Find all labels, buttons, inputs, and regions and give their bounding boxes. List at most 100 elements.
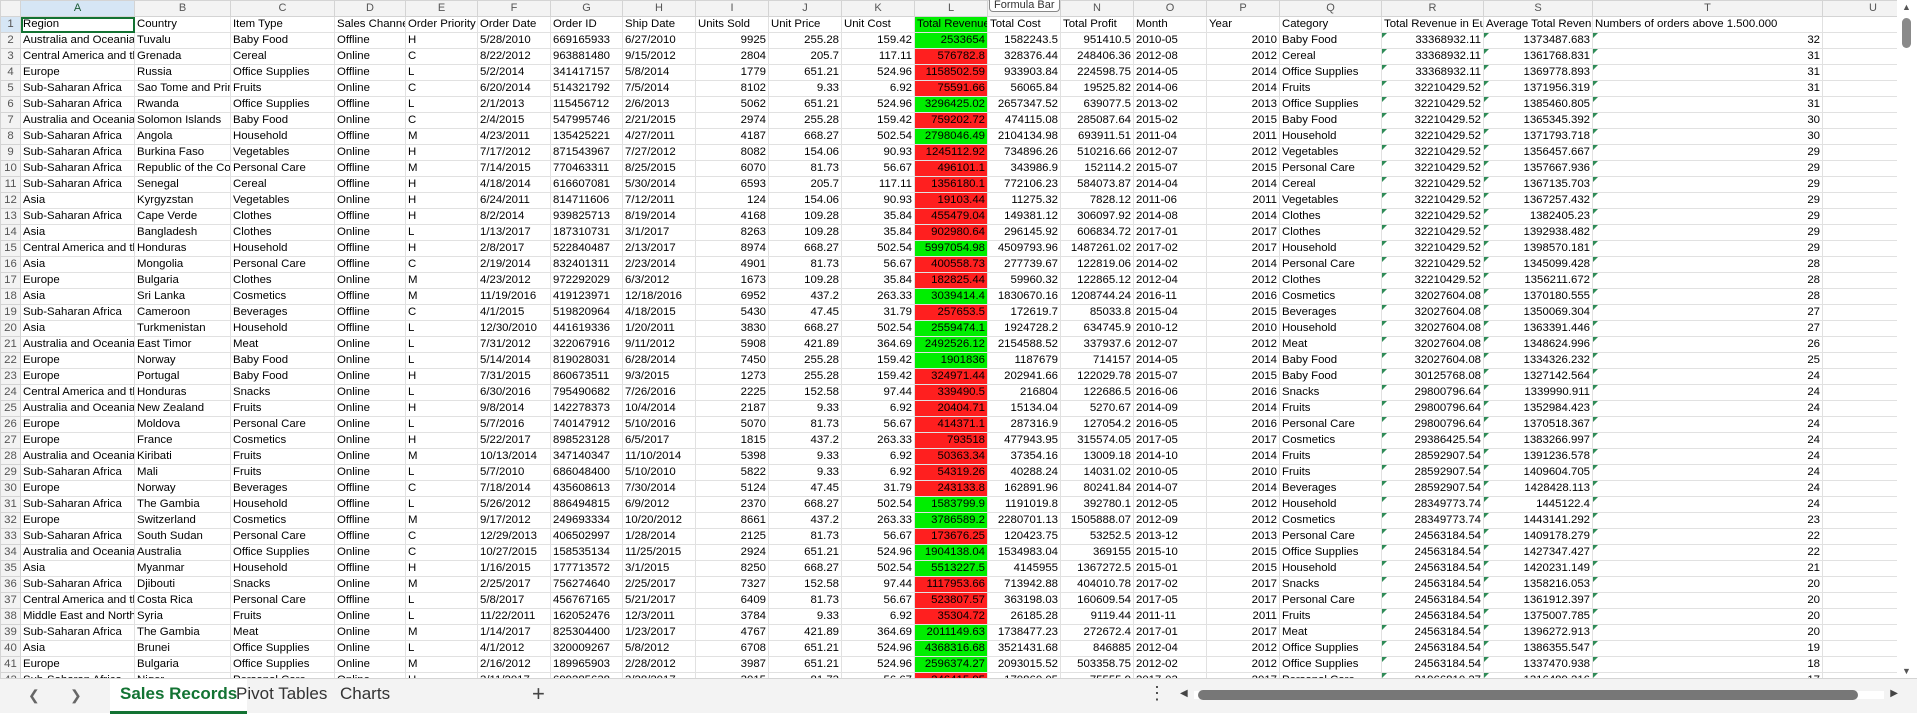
grid-cell[interactable]: 6.92	[842, 81, 915, 97]
column-header-i[interactable]: I	[696, 1, 769, 17]
grid-cell[interactable]: Household	[1280, 321, 1382, 337]
grid-cell[interactable]: East Timor	[135, 337, 231, 353]
grid-cell[interactable]: 23	[1593, 513, 1823, 529]
grid-cell[interactable]: 435608613	[551, 481, 623, 497]
grid-cell[interactable]: 182825.44	[915, 273, 988, 289]
grid-cell[interactable]: 28	[1593, 273, 1823, 289]
grid-cell[interactable]: 1356457.667	[1484, 145, 1593, 161]
grid-cell[interactable]: 7/14/2015	[478, 161, 551, 177]
grid-cell[interactable]: Meat	[231, 337, 335, 353]
grid-cell[interactable]: 5/14/2014	[478, 353, 551, 369]
grid-cell[interactable]: 4901	[696, 257, 769, 273]
grid-cell[interactable]: L	[406, 593, 478, 609]
grid-cell[interactable]: 1/20/2011	[623, 321, 696, 337]
grid-cell[interactable]: 2010	[1207, 321, 1280, 337]
grid-cell[interactable]: 404010.78	[1061, 577, 1134, 593]
grid-cell[interactable]: 819028031	[551, 353, 623, 369]
grid-cell[interactable]: 33368932.11	[1382, 33, 1484, 49]
grid-cell[interactable]: 2015	[1207, 113, 1280, 129]
grid-cell[interactable]: 524.96	[842, 657, 915, 673]
grid-cell[interactable]: 32210429.52	[1382, 129, 1484, 145]
grid-cell[interactable]: Cereal	[1280, 177, 1382, 193]
grid-cell[interactable]: 202941.66	[988, 369, 1061, 385]
grid-cell[interactable]: 1396272.913	[1484, 625, 1593, 641]
grid-cell[interactable]: Clothes	[1280, 225, 1382, 241]
grid-cell[interactable]: Asia	[21, 641, 135, 657]
grid-cell[interactable]: 14031.02	[1061, 465, 1134, 481]
grid-cell[interactable]: 47.45	[769, 481, 842, 497]
grid-cell[interactable]: 122686.5	[1061, 385, 1134, 401]
grid-cell[interactable]: 162891.96	[988, 481, 1061, 497]
row-header[interactable]: 10	[1, 161, 21, 177]
grid-cell[interactable]: 2011	[1207, 193, 1280, 209]
grid-cell[interactable]: L	[406, 337, 478, 353]
grid-cell[interactable]: Australia and Oceania	[21, 449, 135, 465]
row-header[interactable]: 18	[1, 289, 21, 305]
grid-cell[interactable]: 7450	[696, 353, 769, 369]
grid-cell[interactable]: 124	[696, 193, 769, 209]
grid-cell[interactable]: 27	[1593, 305, 1823, 321]
grid-cell[interactable]: 2011-04	[1134, 129, 1207, 145]
grid-cell[interactable]: 860673511	[551, 369, 623, 385]
grid-cell[interactable]: New Zealand	[135, 401, 231, 417]
grid-cell[interactable]: Brunei	[135, 641, 231, 657]
grid-cell[interactable]: 11275.32	[988, 193, 1061, 209]
grid-cell[interactable]: 33368932.11	[1382, 65, 1484, 81]
grid-cell[interactable]: Baby Food	[231, 113, 335, 129]
grid-cell[interactable]: 109.28	[769, 273, 842, 289]
grid-cell[interactable]: 5070	[696, 417, 769, 433]
grid-cell[interactable]: 4/1/2012	[478, 641, 551, 657]
grid-cell[interactable]: Meat	[231, 625, 335, 641]
grid-cell[interactable]: Offline	[335, 97, 406, 113]
grid-cell[interactable]: 2012	[1207, 337, 1280, 353]
grid-cell[interactable]: 1383266.997	[1484, 433, 1593, 449]
grid-cell[interactable]: 29800796.64	[1382, 385, 1484, 401]
grid-cell[interactable]: 2014-10	[1134, 449, 1207, 465]
grid-cell[interactable]: Offline	[335, 65, 406, 81]
grid-cell[interactable]: 85033.8	[1061, 305, 1134, 321]
grid-cell[interactable]: Europe	[21, 481, 135, 497]
grid-cell[interactable]: Personal Care	[1280, 161, 1382, 177]
grid-cell[interactable]: 939825713	[551, 209, 623, 225]
grid-cell[interactable]: C	[406, 481, 478, 497]
column-header-b[interactable]: B	[135, 1, 231, 17]
vertical-scroll-thumb[interactable]	[1902, 18, 1911, 48]
grid-cell[interactable]: 5/7/2010	[478, 465, 551, 481]
grid-cell[interactable]: 1427347.427	[1484, 545, 1593, 561]
grid-cell[interactable]: 35.84	[842, 209, 915, 225]
grid-cell[interactable]: 524.96	[842, 545, 915, 561]
grid-cell[interactable]: 524.96	[842, 97, 915, 113]
grid-cell[interactable]: 117.11	[842, 177, 915, 193]
grid-cell[interactable]: Bangladesh	[135, 225, 231, 241]
grid-cell[interactable]: 2015	[1207, 561, 1280, 577]
grid-cell[interactable]: 1443141.292	[1484, 513, 1593, 529]
grid-cell[interactable]: 9.33	[769, 609, 842, 625]
grid-cell[interactable]: 11/19/2016	[478, 289, 551, 305]
grid-cell[interactable]: 1/28/2014	[623, 529, 696, 545]
grid-cell[interactable]: C	[406, 49, 478, 65]
grid-cell[interactable]: 31.79	[842, 305, 915, 321]
horizontal-scrollbar[interactable]: ◀ ▶	[1178, 688, 1900, 702]
grid-cell[interactable]: 1/23/2017	[623, 625, 696, 641]
grid-cell[interactable]: 2011-11	[1134, 609, 1207, 625]
grid-cell[interactable]: Offline	[335, 497, 406, 513]
grid-cell[interactable]: Snacks	[1280, 577, 1382, 593]
grid-cell[interactable]: 32210429.52	[1382, 145, 1484, 161]
grid-cell[interactable]: Asia	[21, 193, 135, 209]
grid-cell[interactable]: Rwanda	[135, 97, 231, 113]
grid-cell[interactable]: 249693334	[551, 513, 623, 529]
row-header[interactable]: 6	[1, 97, 21, 113]
grid-cell[interactable]: Europe	[21, 369, 135, 385]
chevron-left-icon[interactable]: ❮	[28, 687, 40, 704]
grid-cell[interactable]: 30	[1593, 129, 1823, 145]
grid-cell[interactable]: 243133.8	[915, 481, 988, 497]
grid-cell[interactable]: Snacks	[231, 577, 335, 593]
grid-cell[interactable]: 1409178.279	[1484, 529, 1593, 545]
grid-cell[interactable]: 2017-01	[1134, 225, 1207, 241]
grid-cell[interactable]: L	[406, 465, 478, 481]
row-header[interactable]: 12	[1, 193, 21, 209]
grid-cell[interactable]: 37354.16	[988, 449, 1061, 465]
grid-cell[interactable]: Cosmetics	[1280, 513, 1382, 529]
grid-cell[interactable]: 53252.5	[1061, 529, 1134, 545]
grid-cell[interactable]: 1363391.446	[1484, 321, 1593, 337]
